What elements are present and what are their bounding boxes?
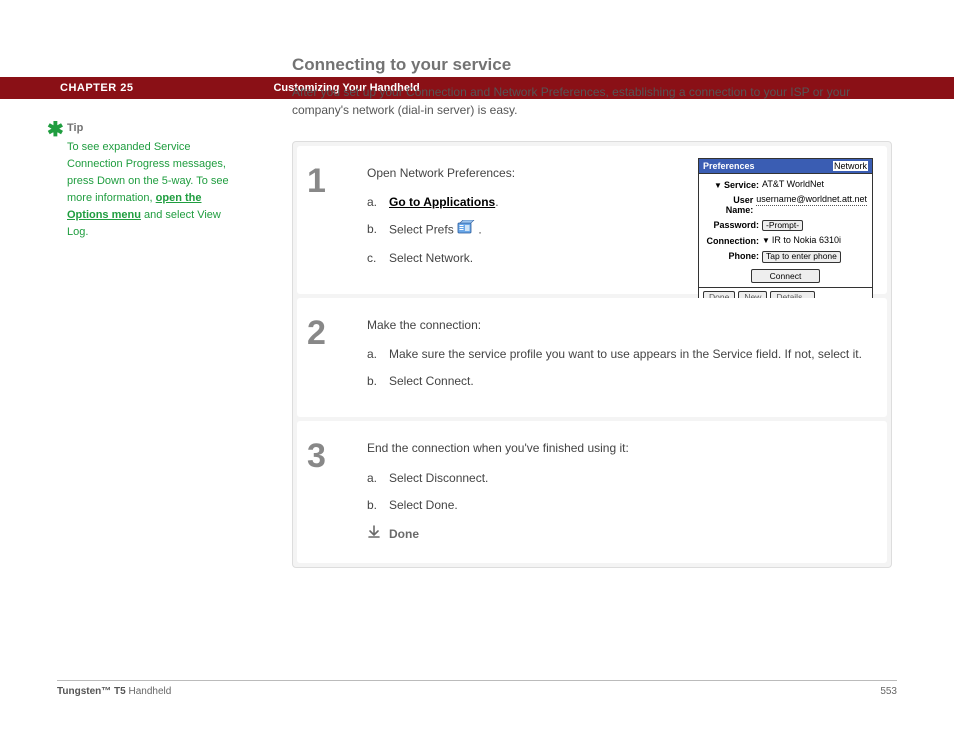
step-number: 2 [307, 316, 367, 400]
page-number: 553 [880, 686, 897, 697]
done-arrow-icon [367, 525, 381, 545]
step-number: 3 [307, 439, 367, 545]
tip-text-before: To see expanded Service Connection Progr… [67, 141, 229, 204]
list-item: a. Make sure the service profile you wan… [367, 345, 867, 364]
page-footer: Tungsten™ T5 Handheld 553 [0, 680, 954, 697]
scr-phone-box: Tap to enter phone [762, 251, 841, 262]
step-3: 3 End the connection when you've finishe… [297, 421, 887, 563]
step-number: 1 [307, 164, 367, 276]
step-1: 1 Open Network Preferences: a. Go to App… [297, 146, 887, 294]
footer-product: Tungsten™ T5 Handheld [57, 686, 171, 697]
list-item: b. Select Connect. [367, 372, 867, 391]
asterisk-icon: ✱ [47, 115, 64, 146]
tip-body: To see expanded Service Connection Progr… [67, 139, 229, 241]
steps-container: 1 Open Network Preferences: a. Go to App… [292, 141, 892, 568]
scr-title-right: Network [833, 161, 868, 171]
scr-password-box: -Prompt- [762, 220, 803, 231]
scr-title-left: Preferences [703, 161, 755, 171]
list-item: b. Select Done. [367, 496, 867, 515]
step-head: End the connection when you've finished … [367, 439, 867, 458]
step-head: Make the connection: [367, 316, 867, 335]
section-intro: After you set up your Connection and Net… [292, 83, 892, 119]
scr-connect-button: Connect [751, 269, 821, 283]
link-go-to-applications[interactable]: Go to Applications [389, 195, 495, 209]
section-heading: Connecting to your service [292, 55, 897, 75]
done-indicator: Done [367, 525, 867, 545]
device-screenshot: Preferences Network ▼Service: AT&T World… [698, 158, 873, 303]
tip-label: Tip [67, 120, 229, 137]
tip-box: ✱ Tip To see expanded Service Connection… [49, 120, 229, 241]
prefs-icon [457, 220, 475, 240]
list-item: a. Select Disconnect. [367, 469, 867, 488]
done-label: Done [389, 525, 419, 544]
step-2: 2 Make the connection: a. Make sure the … [297, 298, 887, 418]
